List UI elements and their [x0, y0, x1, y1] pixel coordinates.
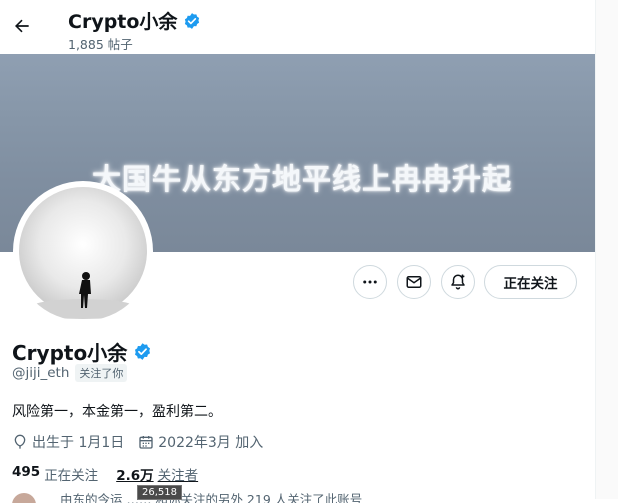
balloon-icon: [14, 434, 26, 449]
profile-handle: @jiji_eth: [12, 365, 70, 381]
following-label: 正在关注: [44, 468, 99, 484]
following-stat[interactable]: 495 正在关注: [12, 464, 98, 484]
envelope-icon: [406, 276, 422, 288]
scrollbar[interactable]: [596, 0, 618, 499]
notifications-button[interactable]: [441, 265, 475, 299]
avatar-image: [15, 183, 151, 319]
bell-plus-icon: [451, 274, 465, 290]
followers-label: 关注者: [157, 468, 199, 484]
joined-item: 2022年3月 加入: [138, 432, 263, 452]
profile-name-row: Crypto小余: [12, 337, 152, 366]
profile-meta: 出生于 1月1日 2022年3月 加入: [12, 432, 277, 452]
following-button[interactable]: 正在关注: [484, 265, 577, 299]
birthday-text: 出生于 1月1日: [32, 435, 125, 451]
following-count: 495: [12, 464, 41, 480]
more-options-button[interactable]: [353, 265, 387, 299]
back-button[interactable]: [8, 12, 36, 40]
followers-stat[interactable]: 2.6万 关注者: [116, 464, 198, 484]
header-title-row: Crypto小余: [68, 7, 201, 34]
message-button[interactable]: [397, 265, 431, 299]
tooltip: 26,518: [137, 485, 182, 500]
top-bar: Crypto小余 1,885 帖子: [0, 0, 595, 54]
handle-row: @jiji_eth 关注了你: [12, 364, 128, 382]
follow-stats: 495 正在关注 2.6万 关注者: [12, 464, 216, 484]
verified-badge-icon[interactable]: [133, 342, 152, 361]
followed-by-row[interactable]: 由东的今运 …… 和你关注的另外 219 人关注了此账号: [12, 489, 572, 503]
calendar-icon: [139, 436, 153, 449]
birthday-item: 出生于 1月1日: [12, 432, 124, 452]
profile-page: Crypto小余 1,885 帖子 大国牛从东方地平线上冉冉升起 正在关注 Cr…: [0, 0, 595, 503]
banner-text: 大国牛从东方地平线上冉冉升起: [92, 162, 513, 196]
back-arrow-icon: [15, 19, 29, 33]
profile-name: Crypto小余: [12, 341, 128, 365]
followers-count: 2.6万: [116, 468, 154, 484]
mini-avatar: [12, 493, 36, 503]
followed-by-text: 由东的今运 …… 和你关注的另外 219 人关注了此账号: [60, 492, 363, 503]
post-count: 1,885 帖子: [68, 37, 133, 52]
profile-bio: 风险第一，本金第一，盈利第二。: [12, 404, 222, 420]
follows-you-badge: 关注了你: [75, 364, 128, 382]
more-icon: [363, 280, 377, 284]
verified-badge-icon: [185, 12, 200, 29]
avatar[interactable]: [13, 181, 153, 321]
header-title: Crypto小余: [68, 11, 178, 33]
joined-text: 2022年3月 加入: [158, 435, 264, 451]
